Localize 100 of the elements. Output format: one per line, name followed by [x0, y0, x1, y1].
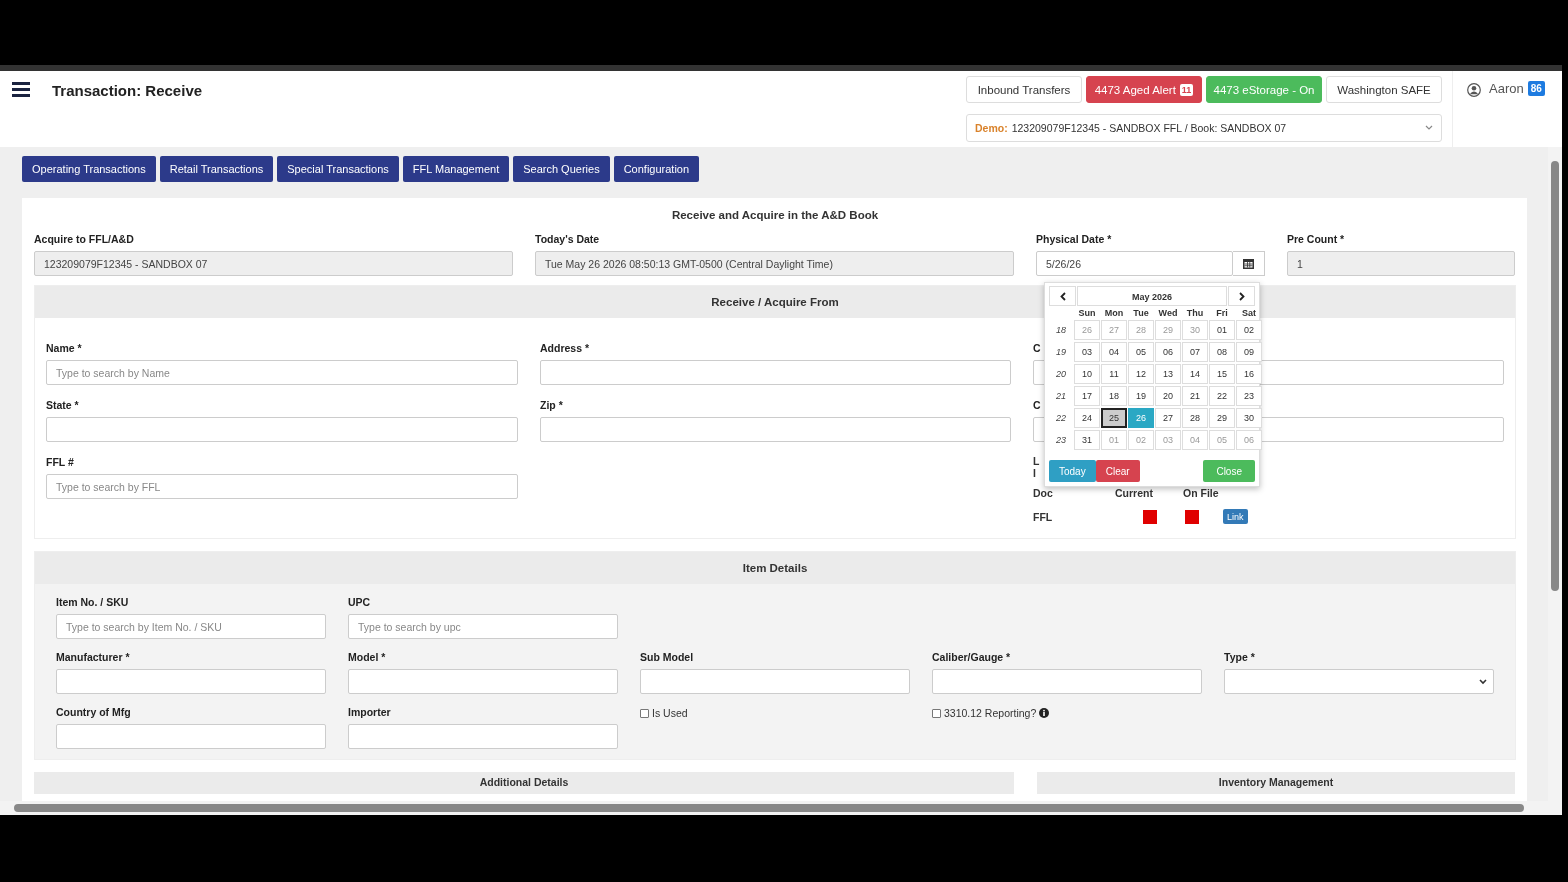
field-label: Zip *: [540, 399, 563, 411]
field-label: State *: [46, 399, 79, 411]
calendar-day[interactable]: 24: [1074, 408, 1100, 428]
calendar-day[interactable]: 17: [1074, 386, 1100, 406]
calendar-day[interactable]: 13: [1155, 364, 1181, 384]
calendar-day[interactable]: 19: [1128, 386, 1154, 406]
calendar-day[interactable]: 18: [1101, 386, 1127, 406]
field-label: Item No. / SKU: [56, 596, 129, 608]
text-field[interactable]: Type to search by FFL: [46, 474, 518, 499]
nav-tab[interactable]: Search Queries: [513, 156, 610, 182]
field-label: Manufacturer *: [56, 651, 130, 663]
week-number: 22: [1055, 413, 1067, 423]
date-field[interactable]: 5/26/26: [1036, 251, 1233, 276]
weekday-label: Tue: [1132, 308, 1150, 318]
text-field[interactable]: Type to search by upc: [348, 614, 618, 639]
calendar-day[interactable]: 28: [1182, 408, 1208, 428]
calendar-icon: [1243, 258, 1254, 269]
text-field[interactable]: [932, 669, 1202, 694]
menu-icon[interactable]: [12, 82, 30, 97]
next-month-button[interactable]: [1228, 286, 1255, 306]
vertical-scrollbar[interactable]: [1548, 147, 1562, 801]
weekday-label: Thu: [1185, 308, 1205, 318]
nav-tab[interactable]: Retail Transactions: [159, 156, 274, 182]
text-field[interactable]: [348, 724, 618, 749]
week-number: 21: [1055, 391, 1067, 401]
field-label: Country of Mfg: [56, 706, 131, 718]
book-select[interactable]: Demo: 123209079F12345 - SANDBOX FFL / Book: SANDBOX 07: [966, 114, 1442, 142]
calendar-day[interactable]: 15: [1209, 364, 1235, 384]
field-label: C: [1033, 342, 1041, 354]
previous-month-button[interactable]: [1049, 286, 1076, 306]
field-label: Address *: [540, 342, 590, 354]
calendar-day[interactable]: 23: [1236, 386, 1262, 406]
nav-tab[interactable]: FFL Management: [402, 156, 510, 182]
text-field[interactable]: [640, 669, 910, 694]
user-icon[interactable]: [1467, 83, 1481, 97]
section-header: Item Details: [35, 552, 1515, 584]
text-field[interactable]: [46, 417, 518, 442]
calendar-day[interactable]: 05: [1128, 342, 1154, 362]
field-label: Acquire to FFL/A&D: [34, 233, 134, 245]
form-title: Receive and Acquire in the A&D Book: [670, 208, 880, 223]
calendar-day[interactable]: 06: [1155, 342, 1181, 362]
count-badge: 86: [1527, 81, 1545, 96]
user-name[interactable]: Aaron: [1489, 81, 1524, 96]
text-field[interactable]: [56, 724, 326, 749]
calendar-day[interactable]: 11: [1101, 364, 1127, 384]
info-icon[interactable]: [1039, 708, 1050, 718]
calendar-day[interactable]: 30: [1236, 408, 1262, 428]
field-label: C: [1033, 399, 1041, 411]
text-field[interactable]: 123209079F12345 - SANDBOX 07: [34, 251, 513, 276]
checkbox-label: 3310.12 Reporting?: [944, 707, 1037, 719]
checkbox[interactable]: [932, 708, 941, 718]
chevron-left-icon: [1059, 291, 1066, 301]
calendar-action-button[interactable]: Clear: [1095, 460, 1140, 482]
text-field[interactable]: [56, 669, 326, 694]
column-header: Current: [1115, 487, 1153, 499]
calendar-day[interactable]: 02: [1236, 320, 1262, 340]
calendar-day[interactable]: 12: [1128, 364, 1154, 384]
checkbox[interactable]: [640, 708, 649, 718]
field-label: Model *: [348, 651, 386, 663]
horizontal-scrollbar[interactable]: [0, 801, 1562, 815]
count-badge: 11: [1179, 83, 1194, 96]
calendar-day[interactable]: 01: [1209, 320, 1235, 340]
section-header: Additional Details: [34, 772, 1014, 794]
calendar-day[interactable]: 25: [1101, 408, 1127, 428]
calendar-button[interactable]: [1233, 251, 1265, 276]
calendar-day[interactable]: 21: [1182, 386, 1208, 406]
calendar-day[interactable]: 14: [1182, 364, 1208, 384]
week-number: 18: [1055, 325, 1067, 335]
text-field[interactable]: 1: [1287, 251, 1515, 276]
type-select[interactable]: [1224, 669, 1494, 694]
header-button[interactable]: 4473 Aged Alert 11: [1086, 76, 1202, 103]
text-field[interactable]: [540, 360, 1011, 385]
field-label: Type *: [1224, 651, 1255, 663]
text-field[interactable]: [348, 669, 618, 694]
calendar-day[interactable]: 10: [1074, 364, 1100, 384]
text-field[interactable]: Type to search by Item No. / SKU: [56, 614, 326, 639]
calendar-day[interactable]: 16: [1236, 364, 1262, 384]
month-title[interactable]: May 2026: [1077, 286, 1227, 306]
nav-tab[interactable]: Operating Transactions: [22, 156, 156, 182]
calendar-day[interactable]: 09: [1236, 342, 1262, 362]
calendar-day[interactable]: 07: [1182, 342, 1208, 362]
calendar-day[interactable]: 31: [1074, 430, 1100, 450]
calendar-day[interactable]: 29: [1209, 408, 1235, 428]
header-button[interactable]: Inbound Transfers: [966, 76, 1082, 103]
calendar-day[interactable]: 20: [1155, 386, 1181, 406]
calendar-day[interactable]: 27: [1155, 408, 1181, 428]
nav-tab[interactable]: Special Transactions: [277, 156, 399, 182]
calendar-day[interactable]: 04: [1101, 342, 1127, 362]
week-number: 19: [1055, 347, 1067, 357]
calendar-day[interactable]: 03: [1074, 342, 1100, 362]
header-button[interactable]: Washington SAFE: [1326, 76, 1442, 103]
text-field[interactable]: Tue May 26 2026 08:50:13 GMT-0500 (Central Daylight Time): [535, 251, 1014, 276]
nav-tab[interactable]: Configuration: [613, 156, 700, 182]
field-label: UPC: [348, 596, 371, 608]
chevron-right-icon: [1238, 291, 1245, 301]
calendar-day[interactable]: 22: [1209, 386, 1235, 406]
calendar-day[interactable]: 08: [1209, 342, 1235, 362]
link-button[interactable]: Link: [1223, 509, 1248, 524]
text-field[interactable]: [540, 417, 1011, 442]
text-field[interactable]: Type to search by Name: [46, 360, 518, 385]
